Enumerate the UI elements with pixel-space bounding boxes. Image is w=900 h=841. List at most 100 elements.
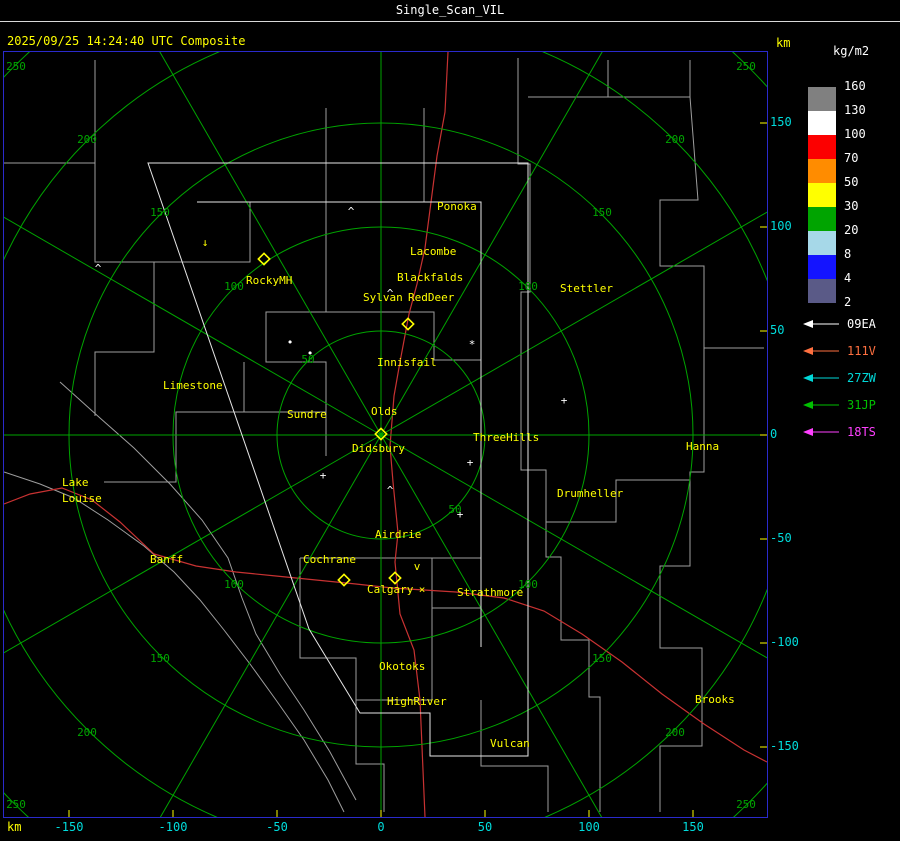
range-ring-label: 150 (592, 652, 612, 665)
radar-map[interactable]: 5050100 100100 100150 150150 150200 200200 200… (3, 51, 768, 818)
scale-value: 8 (844, 247, 852, 261)
range-ring-label: 250 (736, 60, 756, 73)
point-marker: • (307, 347, 314, 360)
scale-swatch (808, 159, 836, 183)
right-axis-label: -50 (770, 531, 792, 545)
radar-station-legend-item: 31JP (799, 397, 876, 413)
bottom-axis-label: 0 (377, 820, 385, 834)
storm-track-arrow-icon (803, 374, 839, 382)
point-marker: + (467, 456, 474, 469)
point-marker: ^ (348, 205, 355, 218)
bottom-axis-label: -100 (158, 820, 188, 834)
bottom-axis-label: 100 (578, 820, 600, 834)
scale-value: 160 (844, 79, 866, 93)
city-label: Calgary (367, 583, 414, 596)
range-ring-label: 150 (150, 652, 170, 665)
station-id: 09EA (847, 317, 876, 331)
legend-units-label: kg/m2 (833, 44, 870, 58)
county-boundary-line (659, 60, 764, 349)
scale-swatch (808, 279, 836, 303)
point-marker: ^ (387, 484, 394, 497)
county-boundary-line (4, 60, 96, 164)
station-id: 18TS (847, 425, 876, 439)
storm-track-arrow-icon (803, 428, 839, 436)
city-label: Limestone (163, 379, 223, 392)
scale-swatch (808, 135, 836, 159)
radar-viewer-window: Single_Scan_VIL 2025/09/25 14:24:40 UTC … (0, 0, 900, 841)
city-label: Drumheller (557, 487, 624, 500)
scale-value: 100 (844, 127, 866, 141)
city-label: Banff (150, 553, 183, 566)
range-ring-label: 200 (665, 133, 685, 146)
range-ring-label: 250 (736, 798, 756, 811)
city-label: Innisfail (377, 356, 437, 369)
point-marker: + (320, 469, 327, 482)
county-boundary-line (659, 348, 705, 812)
scale-swatch (808, 183, 836, 207)
county-boundary-line (326, 108, 425, 203)
scale-value: 70 (844, 151, 859, 165)
city-label: Hanna (686, 440, 719, 453)
scale-swatch (808, 87, 836, 111)
bottom-axis-label: 50 (477, 820, 493, 834)
scale-value: 2 (844, 295, 852, 309)
point-marker: + (561, 394, 568, 407)
range-ring-label: 100 (224, 578, 244, 591)
station-id: 27ZW (847, 371, 876, 385)
station-id: 111V (847, 344, 876, 358)
bottom-axis-label: -150 (54, 820, 84, 834)
city-label: Ponoka (437, 200, 477, 213)
radar-station-legend-item: 111V (799, 343, 876, 359)
city-label: Louise (62, 492, 102, 505)
radar-station-legend-item: 18TS (799, 424, 876, 440)
county-boundary-line (243, 362, 326, 413)
radar-station-legend-item: 09EA (799, 316, 876, 332)
city-label: Sundre (287, 408, 327, 421)
scale-value: 30 (844, 199, 859, 213)
city-label: Lake (62, 476, 89, 489)
scale-swatch (808, 255, 836, 279)
title-bar: Single_Scan_VIL (0, 0, 900, 22)
scale-value: 130 (844, 103, 866, 117)
azimuth-spoke (159, 52, 382, 436)
point-marker: v (414, 560, 421, 573)
storm-track-arrow-icon (803, 347, 839, 355)
city-label: Okotoks (379, 660, 425, 673)
range-ring-label: 100 (224, 280, 244, 293)
scale-swatch (808, 231, 836, 255)
scale-swatch (808, 111, 836, 135)
bottom-axis-label: -50 (266, 820, 288, 834)
range-ring-label: 250 (6, 60, 26, 73)
scale-value: 4 (844, 271, 852, 285)
azimuth-spoke (159, 434, 382, 817)
county-boundary-line (4, 471, 345, 813)
county-boundary-line (104, 411, 244, 483)
city-label: Brooks (695, 693, 735, 706)
county-boundary-line (154, 108, 327, 263)
city-label: Blackfalds (397, 271, 463, 284)
range-ring-label: 150 (592, 206, 612, 219)
point-marker: ↓ (202, 236, 209, 249)
city-label: Stettler (560, 282, 613, 295)
range-ring-label: 150 (150, 206, 170, 219)
scale-value: 50 (844, 175, 859, 189)
scan-timestamp: 2025/09/25 14:24:40 UTC Composite (7, 34, 246, 48)
point-marker: • (287, 336, 294, 349)
radar-site-marker (337, 573, 351, 587)
azimuth-spoke (380, 434, 767, 659)
city-label: Sylvan (363, 291, 403, 304)
range-ring-label: 250 (6, 798, 26, 811)
county-boundary-line (94, 163, 155, 416)
city-label: ThreeHills (473, 431, 539, 444)
bottom-axis-label: 150 (682, 820, 704, 834)
city-label: Cochrane (303, 553, 356, 566)
station-id: 31JP (847, 398, 876, 412)
radar-site-marker (388, 571, 402, 585)
city-label: Strathmore (457, 586, 523, 599)
city-label: HighRiver (387, 695, 447, 708)
county-boundary-line (59, 381, 357, 801)
radar-station-legend-item: 27ZW (799, 370, 876, 386)
storm-track-arrow-icon (803, 401, 839, 409)
scale-swatch (808, 207, 836, 231)
right-axis-label: 150 (770, 115, 792, 129)
